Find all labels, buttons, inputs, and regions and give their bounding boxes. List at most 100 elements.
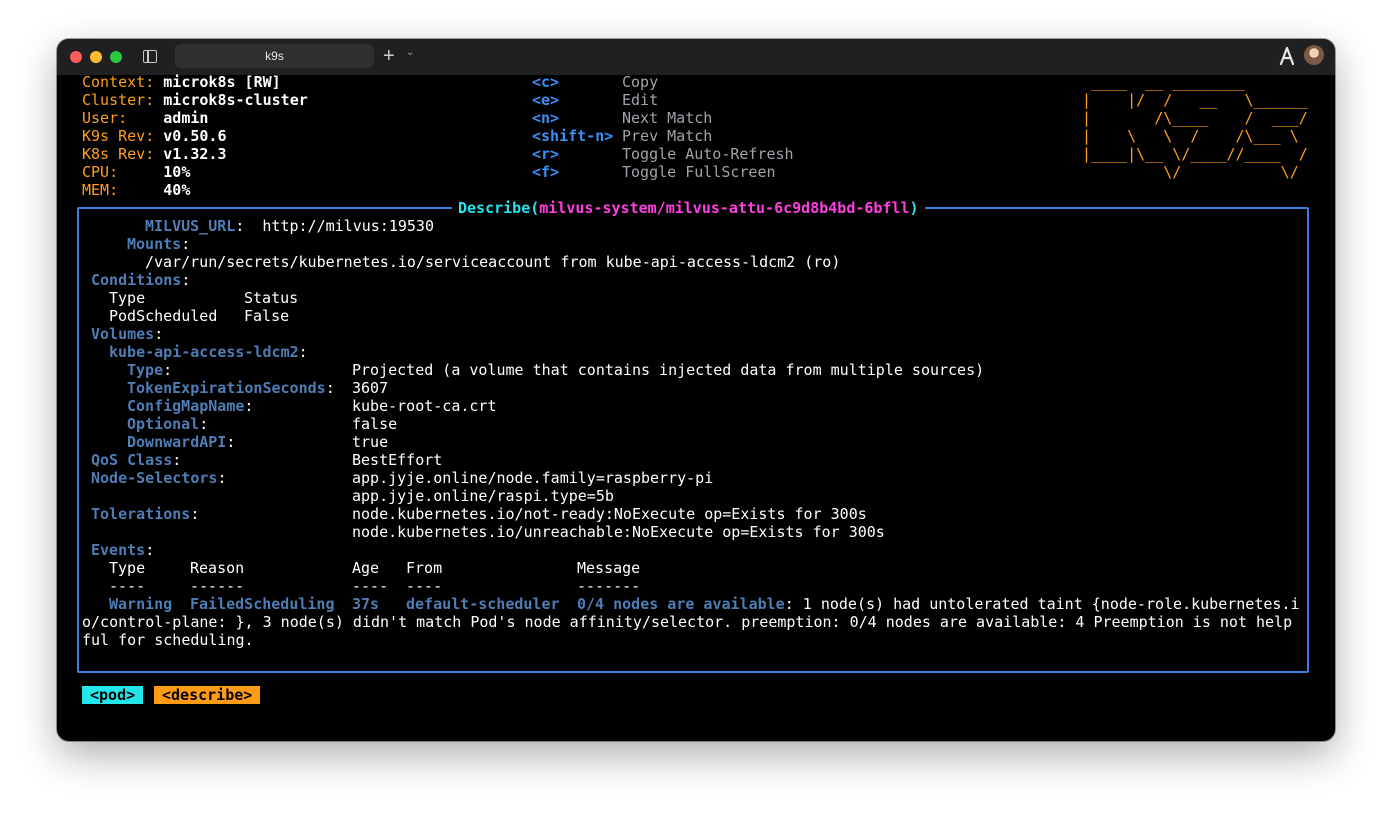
volumes-row: Volumes: [91, 325, 164, 343]
tab-k9s[interactable]: k9s [175, 44, 374, 68]
volume-name-row: kube-api-access-ldcm2: [109, 343, 308, 361]
event-header-type: Type [109, 559, 146, 577]
field-key: Type [127, 361, 164, 379]
event-rule: ---- [406, 577, 443, 595]
shortcut-edit[interactable]: <e> [532, 91, 559, 109]
info-value: microk8s [RW] [163, 73, 281, 91]
field-key: ConfigMapName [127, 397, 245, 415]
mount-path: /var/run/secrets/kubernetes.io/serviceac… [145, 253, 841, 271]
selector-value: app.jyje.online/raspi.type=5b [352, 487, 614, 505]
toleration-value: node.kubernetes.io/not-ready:NoExecute o… [352, 505, 867, 523]
event-rule: ------ [190, 577, 245, 595]
shortcut-auto-refresh[interactable]: <r> [532, 145, 559, 163]
field-key: DownwardAPI [127, 433, 227, 451]
new-tab-icon[interactable]: + [383, 44, 395, 68]
selectors-row: Node-Selectors: [91, 469, 227, 487]
qos-key: QoS Class [91, 451, 173, 469]
shortcut-next-match[interactable]: <n> [532, 109, 559, 127]
mounts-row: Mounts: [127, 235, 191, 253]
shortcut-copy-label: Copy [622, 73, 658, 91]
volume-field-key: DownwardAPI: [127, 433, 236, 451]
conditions-key: Conditions [91, 271, 182, 289]
breadcrumb-describe[interactable]: <describe> [154, 686, 261, 704]
conditions-row: Conditions: [91, 271, 191, 289]
toleration-value: node.kubernetes.io/unreachable:NoExecute… [352, 523, 885, 541]
sidebar-toggle-icon[interactable] [143, 50, 157, 63]
info-label: K9s Rev: [82, 127, 155, 145]
event-header-age: Age [352, 559, 380, 577]
shortcut-fullscreen[interactable]: <f> [532, 163, 559, 181]
shortcut-edit-label: Edit [622, 91, 658, 109]
avatar[interactable] [1304, 45, 1324, 65]
info-cluster: Cluster: microk8s-cluster [82, 91, 308, 109]
shortcut-auto-refresh-label: Toggle Auto-Refresh [622, 145, 794, 163]
info-value: 40% [163, 181, 191, 199]
info-label: User: [82, 109, 128, 127]
volume-name: kube-api-access-ldcm2 [109, 343, 299, 361]
shortcut-key: <f> [532, 163, 560, 181]
event-from: default-scheduler [406, 595, 560, 613]
event-age: 37s [352, 595, 380, 613]
event-message-line: ful for scheduling. [82, 631, 254, 649]
volume-field-key: Optional: [127, 415, 209, 433]
info-value: v0.50.6 [163, 127, 227, 145]
shortcut-action: Toggle FullScreen [622, 163, 776, 181]
describe-content: MILVUS_URL: http://milvus:19530 Mounts: … [82, 217, 1303, 667]
volume-field-value: kube-root-ca.crt [352, 397, 497, 415]
event-message-line: : 1 node(s) had untolerated taint {node-… [784, 595, 1300, 613]
event-message: 0/4 nodes are available: 1 node(s) had u… [577, 595, 1299, 613]
minimize-icon[interactable] [90, 51, 102, 63]
info-label: Context: [82, 73, 155, 91]
field-key: Optional [127, 415, 200, 433]
event-message-line: o/control-plane: }, 3 node(s) didn't mat… [82, 613, 1293, 631]
cond-row-type: PodScheduled [109, 307, 218, 325]
info-user: User: admin [82, 109, 208, 127]
breadcrumb-pod[interactable]: <pod> [82, 686, 144, 704]
close-icon[interactable] [70, 51, 82, 63]
shortcut-prev-match-label: Prev Match [622, 127, 712, 145]
shortcut-action: Copy [622, 73, 659, 91]
k9s-logo-line: \/ \/ [1082, 163, 1308, 181]
qos-row: QoS Class: [91, 451, 182, 469]
event-rule: ---- [109, 577, 146, 595]
shortcut-next-match-label: Next Match [622, 109, 712, 127]
env-key: MILVUS_URL [145, 217, 236, 235]
info-value: v1.32.3 [163, 145, 227, 163]
volume-field-key: ConfigMapName: [127, 397, 254, 415]
info-label: K8s Rev: [82, 145, 155, 163]
shortcut-action: Next Match [622, 109, 713, 127]
shortcut-key: <n> [532, 109, 560, 127]
k9s-logo-line: |____|\__ \/____//____ / [1082, 145, 1308, 163]
volumes-key: Volumes [91, 325, 155, 343]
event-reason: FailedScheduling [190, 595, 335, 613]
info-label: MEM: [82, 181, 119, 199]
info-cpu: CPU: 10% [82, 163, 190, 181]
cond-header-type: Type [109, 289, 146, 307]
info-label: CPU: [82, 163, 119, 181]
tolerations-key: Tolerations [91, 505, 191, 523]
tab-title: k9s [265, 49, 284, 63]
shortcut-copy[interactable]: <c> [532, 73, 559, 91]
env-row: MILVUS_URL: http://milvus:19530 [145, 217, 434, 235]
ai-assistant-icon[interactable] [1279, 47, 1295, 65]
tolerations-row: Tolerations: [91, 505, 200, 523]
event-header-reason: Reason [190, 559, 245, 577]
k9s-logo-line: | /\____ / ___/ [1082, 109, 1308, 127]
env-value: http://milvus:19530 [262, 217, 434, 235]
volume-field-value: 3607 [352, 379, 389, 397]
info-value: 10% [163, 163, 191, 181]
shortcut-key: <shift-n> [532, 127, 614, 145]
zoom-icon[interactable] [110, 51, 122, 63]
describe-title: Describe(milvus-system/milvus-attu-6c9d8… [452, 199, 925, 217]
volume-field-value: true [352, 433, 389, 451]
k9s-logo-line: | \ \ / /\___ \ [1082, 127, 1308, 145]
info-k8s-rev: K8s Rev: v1.32.3 [82, 145, 227, 163]
field-key: TokenExpirationSeconds [127, 379, 326, 397]
volume-field-key: TokenExpirationSeconds: [127, 379, 335, 397]
chevron-down-icon[interactable]: ⌄ [406, 47, 414, 58]
shortcut-prev-match[interactable]: <shift-n> [532, 127, 613, 145]
shortcut-fullscreen-label: Toggle FullScreen [622, 163, 776, 181]
shortcut-action: Toggle Auto-Refresh [622, 145, 794, 163]
event-rule: ---- [352, 577, 389, 595]
info-context: Context: microk8s [RW] [82, 73, 281, 91]
